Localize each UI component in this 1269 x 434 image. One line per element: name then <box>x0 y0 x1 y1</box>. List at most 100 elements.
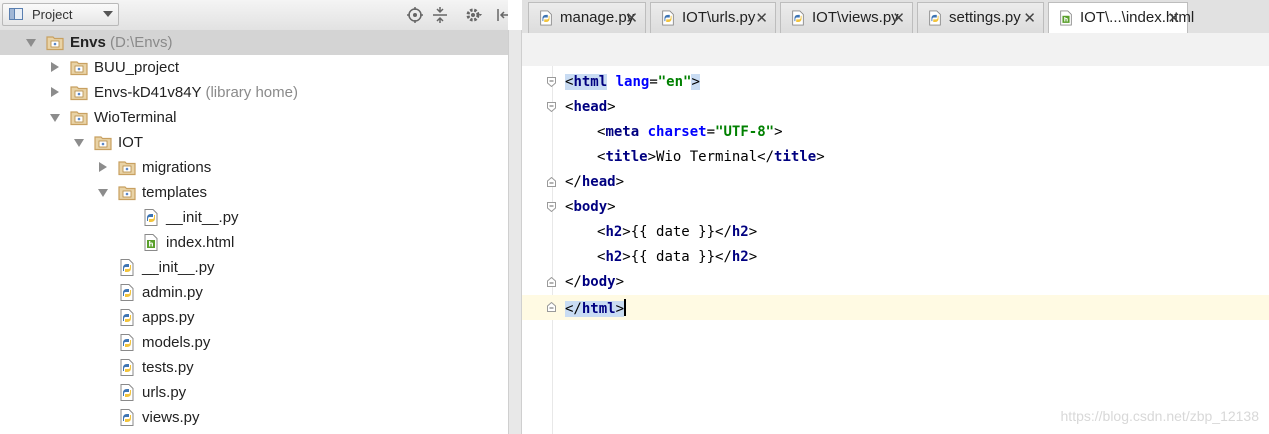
hide-panel-icon[interactable] <box>494 6 508 24</box>
code-line[interactable]: <meta charset="UTF-8"> <box>522 120 1269 145</box>
code-area[interactable]: <html lang="en"> <head> <meta charset="UTF… <box>522 66 1269 434</box>
editor-tab[interactable]: settings.py ✕ <box>917 2 1044 33</box>
code-punctuation: >Wio Terminal</ <box>647 149 775 165</box>
code-line[interactable]: </body> <box>522 270 1269 295</box>
tree-item[interactable]: views.py <box>0 405 508 430</box>
close-icon[interactable]: ✕ <box>1167 9 1180 27</box>
folder-icon <box>70 61 88 76</box>
tree-item-name: apps.py <box>142 309 195 326</box>
tree-item[interactable]: IOT <box>0 130 508 155</box>
editor-tab[interactable]: h IOT\...\index.html ✕ <box>1048 2 1194 34</box>
tree-item-name: WioTerminal <box>94 109 177 126</box>
python-file-icon <box>120 259 134 276</box>
python-file-icon <box>540 10 552 26</box>
svg-text:h: h <box>149 241 154 249</box>
folder-icon <box>94 136 112 151</box>
project-view-selector[interactable]: Project <box>2 3 119 26</box>
expand-down-icon[interactable] <box>50 114 60 122</box>
tree-item[interactable]: urls.py <box>0 380 508 405</box>
tag-name: h2 <box>731 224 749 240</box>
tree-item[interactable]: apps.py <box>0 305 508 330</box>
folder-icon <box>46 36 64 51</box>
code-text: <title>Wio Terminal</title> <box>597 149 825 165</box>
tree-item-label: apps.py <box>142 309 195 326</box>
code-line[interactable]: </html> <box>522 295 1269 320</box>
code-punctuation: = <box>649 74 658 90</box>
code-punctuation: > <box>615 174 625 190</box>
gear-icon[interactable] <box>465 6 483 24</box>
expand-down-icon[interactable] <box>98 189 108 197</box>
close-icon[interactable]: ✕ <box>1023 9 1036 27</box>
editor-tab[interactable]: IOT\views.py ✕ <box>780 2 913 33</box>
fold-marker-icon[interactable] <box>547 177 556 187</box>
code-punctuation: = <box>706 124 716 140</box>
tag-name: body <box>573 199 608 215</box>
tree-item-name: BUU_project <box>94 59 180 76</box>
tag-name: title <box>774 149 817 165</box>
tree-item-name: __init__.py <box>166 209 239 226</box>
code-line[interactable]: <h2>{{ data }}</h2> <box>522 245 1269 270</box>
python-file-icon <box>929 10 941 26</box>
panel-splitter[interactable] <box>508 30 522 434</box>
tree-item[interactable]: models.py <box>0 330 508 355</box>
fold-marker-icon[interactable] <box>547 302 556 312</box>
code-line[interactable]: <h2>{{ date }}</h2> <box>522 220 1269 245</box>
tree-item-label: BUU_project <box>94 59 179 76</box>
fold-marker-icon[interactable] <box>547 202 556 212</box>
expand-down-icon[interactable] <box>26 39 36 47</box>
tree-item-name: views.py <box>142 409 200 426</box>
tree-item[interactable]: BUU_project <box>0 55 508 80</box>
tree-item[interactable]: templates <box>0 180 508 205</box>
fold-marker-icon[interactable] <box>547 102 556 112</box>
folder-icon <box>70 111 88 126</box>
code-punctuation: > <box>615 301 625 317</box>
close-icon[interactable]: ✕ <box>755 9 768 27</box>
tag-name: h2 <box>605 224 623 240</box>
tree-item[interactable]: migrations <box>0 155 508 180</box>
tree-item[interactable]: Envs-kD41v84Y (library home) <box>0 80 508 105</box>
code-line[interactable]: <html lang="en"> <box>522 70 1269 95</box>
editor-tab[interactable]: IOT\urls.py ✕ <box>650 2 776 33</box>
close-icon[interactable]: ✕ <box>892 9 905 27</box>
tree-item[interactable]: __init__.py <box>0 205 508 230</box>
tree-item[interactable]: Envs (D:\Envs) <box>0 30 508 55</box>
fold-marker-icon[interactable] <box>547 277 556 287</box>
tree-item-label: WioTerminal <box>94 109 177 126</box>
python-file-icon <box>662 10 674 26</box>
project-panel: Project Envs (D:\Envs) BUU_project Envs-kD… <box>0 0 508 434</box>
tree-item[interactable]: h index.html <box>0 230 508 255</box>
code-punctuation: > <box>748 224 758 240</box>
expand-right-icon[interactable] <box>99 162 107 172</box>
python-file-icon <box>120 334 134 351</box>
editor-tab[interactable]: manage.py ✕ <box>528 2 646 33</box>
collapse-all-icon[interactable] <box>431 6 449 24</box>
tree-item[interactable]: tests.py <box>0 355 508 380</box>
locate-file-icon[interactable] <box>406 6 424 24</box>
code-line[interactable]: <body> <box>522 195 1269 220</box>
expand-down-icon[interactable] <box>74 139 84 147</box>
tag-name: head <box>581 174 616 190</box>
watermark: https://blog.csdn.net/zbp_12138 <box>1060 408 1259 424</box>
chevron-down-icon <box>103 11 113 17</box>
tree-item[interactable]: __init__.py <box>0 255 508 280</box>
expand-right-icon[interactable] <box>51 87 59 97</box>
tag-name: h2 <box>605 249 623 265</box>
tab-label: IOT\urls.py <box>682 9 756 26</box>
tree-item-name: admin.py <box>142 284 203 301</box>
tree-item-name: templates <box>142 184 208 201</box>
close-icon[interactable]: ✕ <box>625 9 638 27</box>
python-file-icon <box>120 309 134 326</box>
tree-item-label: views.py <box>142 409 200 426</box>
fold-marker-icon[interactable] <box>547 77 556 87</box>
python-file-icon <box>120 409 134 426</box>
tree-item[interactable]: WioTerminal <box>0 105 508 130</box>
tree-item-label: migrations <box>142 159 211 176</box>
code-text: <meta charset="UTF-8"> <box>597 124 783 140</box>
code-line[interactable]: <title>Wio Terminal</title> <box>522 145 1269 170</box>
code-line[interactable]: </head> <box>522 170 1269 195</box>
code-line[interactable]: <head> <box>522 95 1269 120</box>
code-punctuation: </ <box>565 174 582 190</box>
tree-item[interactable]: admin.py <box>0 280 508 305</box>
expand-right-icon[interactable] <box>51 62 59 72</box>
tree-item-label: models.py <box>142 334 210 351</box>
